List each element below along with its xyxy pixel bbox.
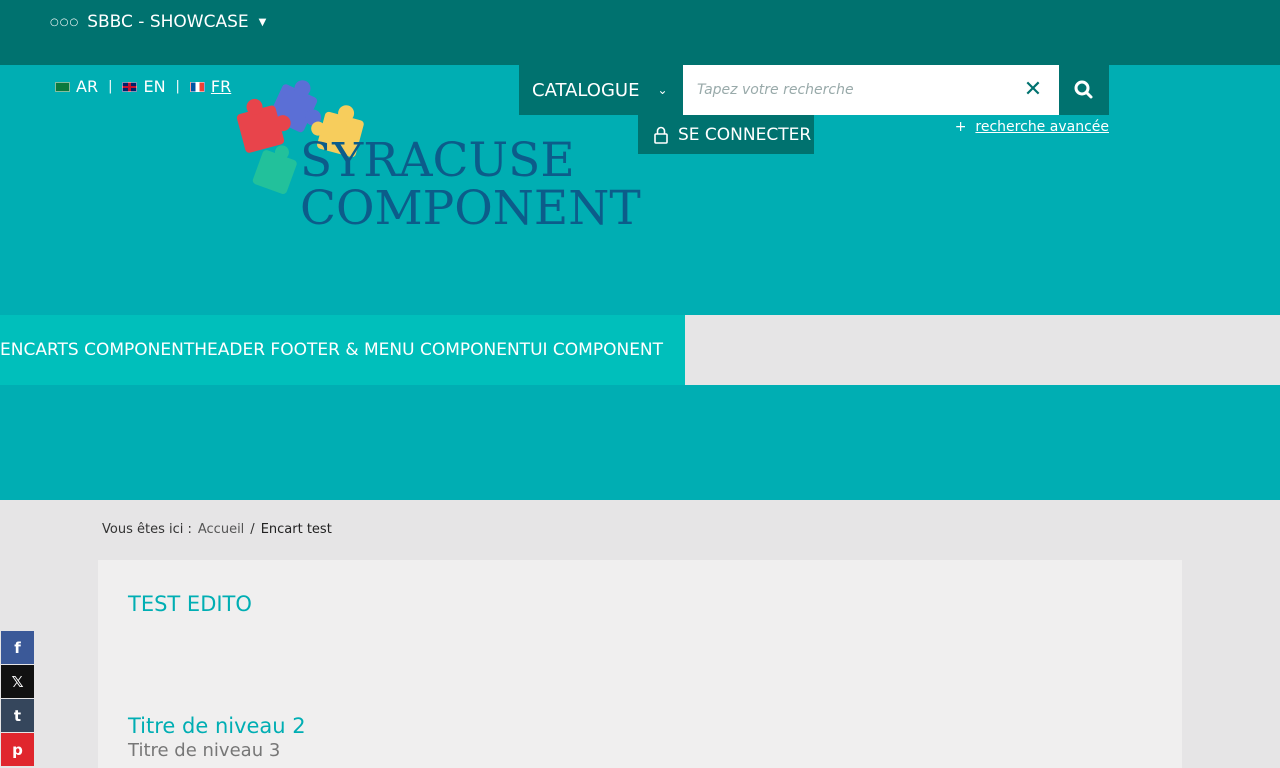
lang-en-label: EN <box>143 77 166 96</box>
flag-ar-icon <box>55 81 70 92</box>
site-switcher[interactable]: ○○○ SBBC - SHOWCASE ▼ <box>50 12 266 32</box>
site-name: SBBC - SHOWCASE <box>87 12 249 32</box>
facebook-icon: f <box>14 638 21 657</box>
breadcrumb-prefix: Vous êtes ici : <box>102 522 192 537</box>
content-panel: TEST EDITO Titre de niveau 2 Titre de ni… <box>98 560 1182 768</box>
lang-en[interactable]: EN <box>122 77 166 96</box>
dots-icon: ○○○ <box>50 16 80 28</box>
nav-item-header-footer-menu[interactable]: HEADER FOOTER & MENU COMPONENT <box>194 340 530 360</box>
breadcrumb-home-link[interactable]: Accueil <box>198 522 244 537</box>
login-button[interactable]: SE CONNECTER <box>638 115 814 154</box>
search-button[interactable] <box>1059 65 1109 115</box>
login-label: SE CONNECTER <box>678 124 812 145</box>
flag-en-icon <box>122 81 138 92</box>
header: AR | EN | FR SYRACUSE COMPONENT CATALOGU… <box>0 65 1280 315</box>
lang-ar[interactable]: AR <box>55 77 98 96</box>
breadcrumb-separator: / <box>250 522 255 537</box>
chevron-down-icon: ⌄ <box>657 83 668 97</box>
tumblr-icon: t <box>13 706 22 725</box>
advanced-search-link[interactable]: + recherche avancée <box>955 119 1109 135</box>
pinterest-icon: p <box>12 740 23 759</box>
close-icon[interactable]: ✕ <box>1021 78 1045 102</box>
advanced-search-label: recherche avancée <box>975 119 1109 135</box>
pinterest-share-button[interactable]: p <box>1 733 34 766</box>
top-bar: ○○○ SBBC - SHOWCASE ▼ <box>0 0 1280 65</box>
catalogue-dropdown[interactable]: CATALOGUE ⌄ <box>519 65 683 115</box>
x-icon: 𝕏 <box>11 672 24 691</box>
tumblr-share-button[interactable]: t <box>1 699 34 732</box>
caret-down-icon: ▼ <box>258 16 267 28</box>
breadcrumb: Vous êtes ici : Accueil / Encart test <box>102 522 332 537</box>
search-input[interactable] <box>683 65 1003 115</box>
flag-fr-icon <box>189 81 205 92</box>
logo-text: SYRACUSE COMPONENT <box>300 137 641 233</box>
heading-level-2: Titre de niveau 2 <box>128 714 306 738</box>
heading-level-3: Titre de niveau 3 <box>128 740 281 761</box>
lang-ar-label: AR <box>76 77 99 96</box>
page-title: TEST EDITO <box>128 592 252 616</box>
banner-band <box>0 385 1280 500</box>
x-share-button[interactable]: 𝕏 <box>1 665 34 698</box>
nav-item-ui[interactable]: UI COMPONENT <box>530 340 663 360</box>
logo-line-2: COMPONENT <box>300 181 641 236</box>
breadcrumb-current: Encart test <box>260 522 332 537</box>
plus-icon: + <box>954 119 967 135</box>
social-share-bar: f 𝕏 t p <box>1 631 34 766</box>
search-box: ✕ <box>683 65 1059 115</box>
search-icon <box>1074 80 1093 99</box>
logo-line-1: SYRACUSE <box>300 133 575 188</box>
main-nav: ENCARTS COMPONENT HEADER FOOTER & MENU C… <box>0 315 1280 385</box>
nav-item-encarts[interactable]: ENCARTS COMPONENT <box>0 340 194 360</box>
lang-separator: | <box>108 79 113 94</box>
language-switcher: AR | EN | FR <box>55 77 231 96</box>
lock-icon <box>654 126 668 144</box>
facebook-share-button[interactable]: f <box>1 631 34 664</box>
lang-separator: | <box>175 79 180 94</box>
catalogue-label: CATALOGUE <box>532 79 640 101</box>
